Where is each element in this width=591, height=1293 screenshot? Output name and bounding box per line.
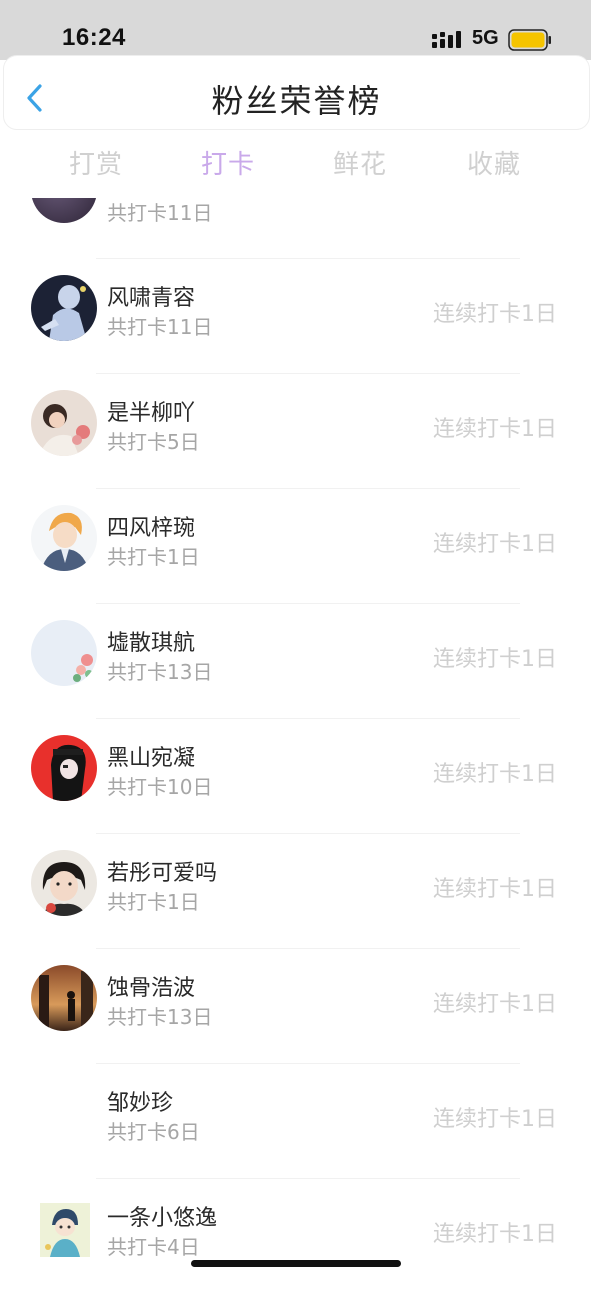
fan-total-checkins: 共打卡10日 [107,775,213,799]
fan-total-checkins: 共打卡13日 [107,1005,213,1029]
fan-streak: 连续打卡1日 [433,532,557,557]
list-item[interactable]: 是半柳吖 共打卡5日 连续打卡1日 [0,373,591,488]
fan-streak: 连续打卡1日 [433,992,557,1017]
fan-name: 风啸青容 [107,286,196,311]
fan-streak: 连续打卡1日 [433,302,557,327]
tab-tip[interactable]: 打赏 [36,144,156,181]
tab-flowers[interactable]: 鲜花 [300,144,420,181]
status-time: 16:24 [62,24,126,51]
nav-header: 粉丝荣誉榜 [3,55,590,130]
fan-name: 是半柳吖 [107,401,196,426]
list-item[interactable]: 四风梓琬 共打卡1日 连续打卡1日 [0,488,591,603]
battery-icon [508,29,551,51]
fan-streak: 连续打卡1日 [433,762,557,787]
fan-streak: 连续打卡1日 [433,417,557,442]
page-title: 粉丝荣誉榜 [211,82,382,120]
list-item[interactable]: 墟散琪航 共打卡13日 连续打卡1日 [0,603,591,718]
tab-bar: 打赏 打卡 鲜花 收藏 [0,128,591,198]
fan-total-checkins: 共打卡5日 [107,430,200,454]
list-item[interactable]: 一条小悠逸 共打卡4日 连续打卡1日 [0,1178,591,1293]
tab-favorites[interactable]: 收藏 [434,144,554,181]
list-item[interactable]: 若彤可爱吗 共打卡1日 连续打卡1日 [0,833,591,948]
fan-streak: 连续打卡1日 [433,647,557,672]
fan-total-checkins: 共打卡13日 [107,660,213,684]
avatar [31,390,97,456]
fan-total-checkins: 共打卡6日 [107,1120,200,1144]
avatar [31,1080,97,1146]
signal-icon [432,31,461,48]
fan-streak: 连续打卡1日 [433,1107,557,1132]
fan-total-checkins: 共打卡11日 [107,201,213,225]
avatar [31,965,97,1031]
network-type: 5G [472,27,499,49]
fan-total-checkins: 共打卡1日 [107,545,200,569]
avatar [31,735,97,801]
avatar [31,850,97,916]
avatar [40,1203,90,1257]
avatar [31,620,97,686]
avatar [31,505,97,571]
fan-name: 邹妙珍 [107,1091,174,1116]
avatar [31,275,97,341]
list-item[interactable]: 蚀骨浩波 共打卡13日 连续打卡1日 [0,948,591,1063]
fan-total-checkins: 共打卡1日 [107,890,200,914]
fan-name: 四风梓琬 [107,516,196,541]
fan-total-checkins: 共打卡4日 [107,1235,200,1259]
status-bar: 16:24 5G [0,0,591,60]
fan-name: 黑山宛凝 [107,746,196,771]
fan-streak: 连续打卡1日 [433,1222,557,1247]
home-indicator [191,1260,401,1267]
fan-name: 若彤可爱吗 [107,861,218,886]
fan-name: 一条小悠逸 [107,1206,218,1231]
fan-total-checkins: 共打卡11日 [107,315,213,339]
tab-checkin[interactable]: 打卡 [168,144,288,181]
fan-streak: 连续打卡1日 [433,877,557,902]
fan-name: 墟散琪航 [107,631,196,656]
list-item[interactable]: 邹妙珍 共打卡6日 连续打卡1日 [0,1063,591,1178]
fan-name: 蚀骨浩波 [107,976,196,1001]
list-item[interactable]: 黑山宛凝 共打卡10日 连续打卡1日 [0,718,591,833]
list-item[interactable]: 风啸青容 共打卡11日 连续打卡1日 [0,258,591,373]
